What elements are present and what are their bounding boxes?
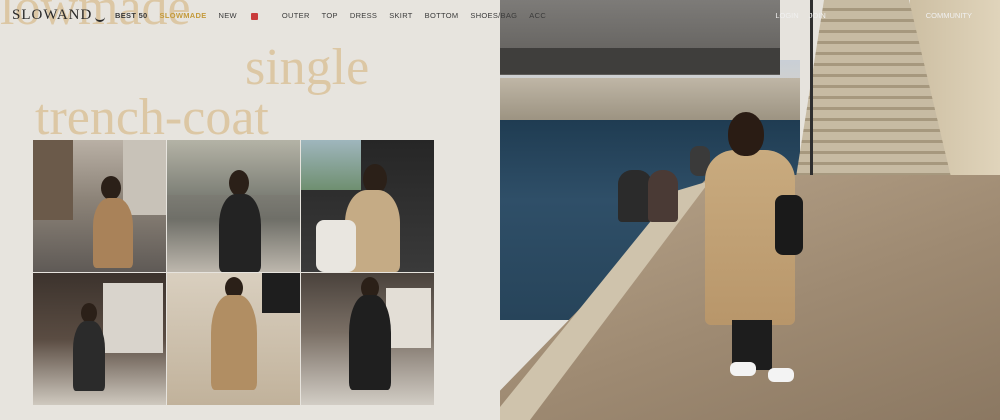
hero-word-2: single: [245, 39, 370, 96]
nav-shoes-bag[interactable]: SHOES/BAG: [470, 11, 517, 20]
left-panel: lowmade single trench-coat: [0, 0, 500, 420]
store-photo[interactable]: [301, 273, 434, 405]
nav-bottom[interactable]: BOTTOM: [425, 11, 459, 20]
nav-acc[interactable]: ACC: [529, 11, 546, 20]
top-navigation: SLOWAND BEST 50 SLOWMADE NEW OUTER TOP D…: [0, 0, 1000, 32]
sitting-person: [618, 170, 652, 222]
nav-top[interactable]: TOP: [322, 11, 338, 20]
new-badge-icon: [250, 12, 258, 20]
nav-new-label: NEW: [218, 11, 237, 20]
join-link[interactable]: JOIN: [809, 11, 826, 20]
shop-photo[interactable]: [33, 273, 166, 405]
nav-dress[interactable]: DRESS: [350, 11, 377, 20]
community-link[interactable]: COMMUNITY: [926, 11, 972, 20]
nav-new[interactable]: NEW: [219, 11, 270, 20]
sitting-person: [648, 170, 678, 222]
hero-photo: [500, 0, 1000, 420]
street-photo[interactable]: [33, 140, 166, 272]
window-photo[interactable]: [167, 140, 300, 272]
nav-skirt[interactable]: SKIRT: [389, 11, 412, 20]
account-links: LOGIN JOIN COMMUNITY: [775, 11, 972, 20]
model-head: [728, 112, 764, 156]
wall-photo[interactable]: [167, 273, 300, 405]
main-nav: BEST 50 SLOWMADE NEW OUTER TOP DRESS SKI…: [115, 11, 558, 20]
backpack: [775, 195, 803, 255]
photo-grid: [33, 140, 434, 405]
brand-logo[interactable]: SLOWAND: [12, 7, 106, 24]
login-link[interactable]: LOGIN: [775, 11, 798, 20]
nav-slowmade[interactable]: SLOWMADE: [160, 11, 207, 20]
brand-name: SLOWAND: [12, 7, 93, 23]
sneaker: [768, 368, 794, 382]
car-photo[interactable]: [301, 140, 434, 272]
hero-word-3: trench-coat: [35, 89, 269, 146]
smile-icon: [95, 10, 106, 22]
sneaker: [730, 362, 756, 376]
nav-outer[interactable]: OUTER: [282, 11, 310, 20]
nav-best50[interactable]: BEST 50: [115, 11, 148, 20]
